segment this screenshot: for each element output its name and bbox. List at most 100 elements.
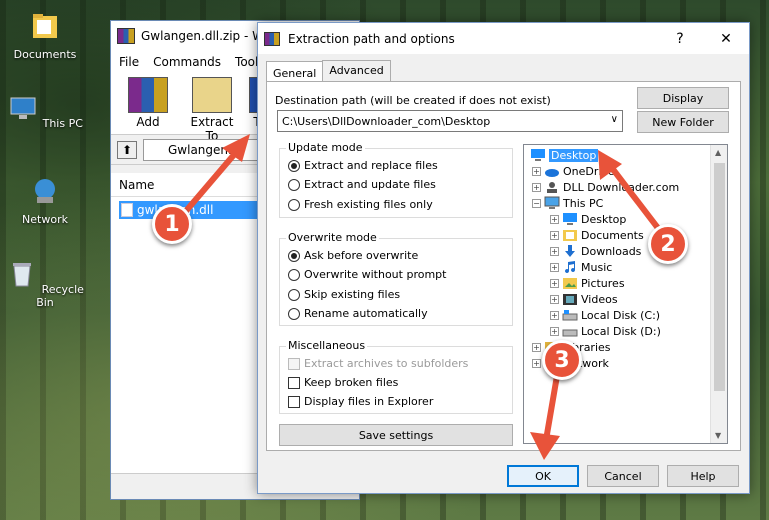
desktop-icon-documents[interactable]: Documents [5, 10, 85, 61]
scroll-up-icon[interactable]: ▲ [715, 148, 721, 157]
scroll-down-icon[interactable]: ▼ [715, 431, 721, 440]
expand-icon[interactable]: + [550, 310, 559, 320]
tree-item-label: This PC [563, 196, 604, 210]
file-row[interactable]: gwlangen.dll [119, 201, 269, 219]
tree-item-dll-downloader[interactable]: + DLL Downloader.com [532, 179, 679, 195]
tree-item-pc-desktop[interactable]: + Desktop [550, 211, 626, 227]
tab-general[interactable]: General [266, 61, 324, 83]
checkbox-control[interactable] [288, 395, 300, 408]
radio-ask-before-overwrite[interactable]: Ask before overwrite [288, 249, 418, 262]
tree-item-local-disk-c[interactable]: + Local Disk (C:) [550, 307, 660, 323]
expand-icon[interactable]: + [550, 230, 559, 240]
radio-extract-replace[interactable]: Extract and replace files [288, 159, 438, 172]
tree-item-label: DLL Downloader.com [563, 180, 680, 194]
expand-icon[interactable]: + [550, 278, 559, 288]
update-mode-title: Update mode [286, 141, 365, 154]
extract-to-button[interactable]: Extract To [183, 77, 241, 143]
computer-icon [10, 97, 36, 119]
expand-icon[interactable]: + [532, 166, 541, 176]
tree-item-label: Videos [581, 292, 618, 306]
tree-item-this-pc[interactable]: − This PC [532, 195, 603, 211]
menu-commands[interactable]: Commands [153, 55, 221, 69]
help-button[interactable]: Help [667, 465, 739, 487]
dialog-titlebar[interactable]: Extraction path and options ? ✕ [258, 23, 749, 54]
tab-advanced[interactable]: Advanced [322, 60, 391, 82]
radio-fresh-existing[interactable]: Fresh existing files only [288, 198, 433, 211]
expand-icon[interactable]: + [550, 246, 559, 256]
menu-file[interactable]: File [119, 55, 139, 69]
videos-icon [563, 294, 577, 305]
display-button[interactable]: Display [637, 87, 729, 109]
checkbox-control [288, 357, 300, 370]
expand-icon[interactable]: + [532, 342, 541, 352]
desktop-icon-label: Documents [13, 48, 77, 61]
tree-item-documents[interactable]: + Documents [550, 227, 644, 243]
winrar-title: Gwlangen.dll.zip - W [141, 29, 264, 43]
help-title-button[interactable]: ? [657, 24, 703, 54]
add-button-label: Add [136, 115, 160, 129]
chevron-down-icon[interactable]: ∨ [611, 114, 618, 125]
desktop-icon-label: Network [22, 213, 68, 226]
music-icon [565, 261, 576, 274]
extract-folder-icon [192, 77, 232, 113]
tree-item-music[interactable]: + Music [550, 259, 612, 275]
dll-file-icon [121, 203, 133, 217]
radio-control[interactable] [288, 198, 300, 211]
miscellaneous-title: Miscellaneous [286, 339, 368, 352]
destination-path-combo[interactable]: C:\Users\DllDownloader_com\Desktop ∨ [277, 110, 623, 132]
tree-scrollbar[interactable]: ▲ ▼ [710, 145, 727, 443]
desktop-icon-network[interactable]: Network [5, 175, 85, 226]
user-icon [547, 182, 557, 193]
tree-item-downloads[interactable]: + Downloads [550, 243, 641, 259]
expand-icon[interactable]: + [550, 214, 559, 224]
radio-control[interactable] [288, 159, 300, 172]
checkbox-label: Display files in Explorer [304, 395, 434, 408]
radio-label: Rename automatically [304, 307, 428, 320]
check-keep-broken-files[interactable]: Keep broken files [288, 376, 398, 389]
expand-icon[interactable]: + [532, 358, 541, 368]
expand-icon[interactable]: + [532, 182, 541, 192]
archive-path-text: Gwlangen.d [168, 142, 240, 157]
expand-icon[interactable]: + [550, 326, 559, 336]
add-button[interactable]: Add [119, 77, 177, 130]
scroll-thumb[interactable] [714, 163, 725, 391]
radio-overwrite-without-prompt[interactable]: Overwrite without prompt [288, 268, 446, 281]
destination-path-label: Destination path (will be created if doe… [275, 94, 551, 107]
desktop-icon-recycle-bin[interactable]: Recycle Bin [5, 258, 85, 309]
drive-icon [562, 310, 578, 321]
up-folder-button[interactable]: ⬆ [117, 140, 137, 159]
desktop-icon-this-pc[interactable]: This PC [5, 92, 85, 130]
radio-control[interactable] [288, 178, 300, 191]
checkbox-control[interactable] [288, 376, 300, 389]
radio-control[interactable] [288, 288, 300, 301]
radio-extract-update[interactable]: Extract and update files [288, 178, 436, 191]
radio-rename-automatically[interactable]: Rename automatically [288, 307, 428, 320]
overwrite-mode-title: Overwrite mode [286, 231, 379, 244]
add-archive-icon [128, 77, 168, 113]
folder-tree[interactable]: Desktop + OneDrive + DLL Downloader.com … [523, 144, 728, 444]
cancel-button[interactable]: Cancel [587, 465, 659, 487]
expand-icon[interactable]: + [550, 294, 559, 304]
radio-control[interactable] [288, 307, 300, 320]
check-display-in-explorer[interactable]: Display files in Explorer [288, 395, 433, 408]
radio-skip-existing[interactable]: Skip existing files [288, 288, 400, 301]
save-settings-button[interactable]: Save settings [279, 424, 513, 446]
tree-item-videos[interactable]: + Videos [550, 291, 618, 307]
tree-item-local-disk-d[interactable]: + Local Disk (D:) [550, 323, 661, 339]
tree-item-label: Desktop [581, 212, 627, 226]
radio-label: Overwrite without prompt [304, 268, 447, 281]
radio-label: Skip existing files [304, 288, 401, 301]
radio-control[interactable] [288, 268, 300, 281]
collapse-icon[interactable]: − [532, 198, 541, 208]
step-marker-2: 2 [648, 224, 688, 264]
radio-control[interactable] [288, 249, 300, 262]
tree-item-pictures[interactable]: + Pictures [550, 275, 625, 291]
checkbox-label: Extract archives to subfolders [304, 357, 469, 370]
expand-icon[interactable]: + [550, 262, 559, 272]
close-icon[interactable]: ✕ [703, 24, 749, 54]
new-folder-button[interactable]: New Folder [637, 111, 729, 133]
tree-item-onedrive[interactable]: + OneDrive [532, 163, 615, 179]
tree-item-desktop[interactable]: Desktop [530, 147, 599, 163]
ok-button[interactable]: OK [507, 465, 579, 487]
tree-item-label: Downloads [581, 244, 642, 258]
